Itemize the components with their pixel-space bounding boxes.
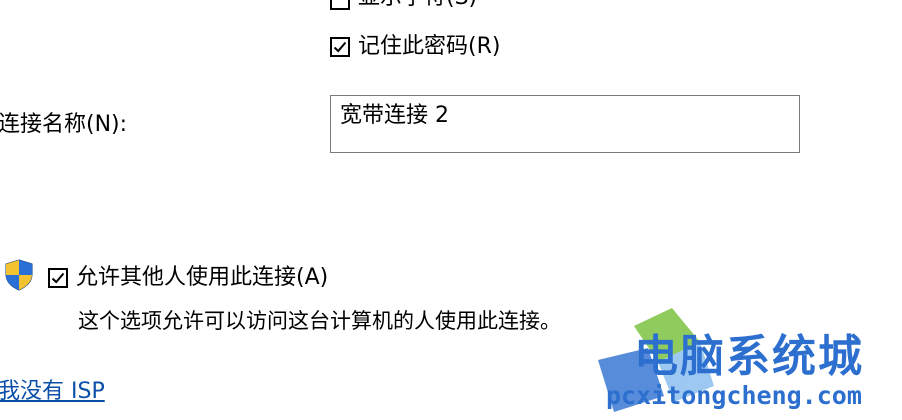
uac-shield-icon	[4, 259, 34, 291]
allow-others-description: 这个选项允许可以访问这台计算机的人使用此连接。	[78, 309, 561, 333]
watermark-title: 电脑系统城	[634, 331, 864, 382]
allow-others-row[interactable]: 允许其他人使用此连接(A)	[48, 264, 368, 292]
remember-password-checkbox[interactable]	[330, 37, 350, 57]
remember-password-label: 记住此密码(R)	[358, 34, 501, 59]
show-characters-label: 显示字符(S)	[358, 0, 477, 12]
no-isp-link[interactable]: 我没有 ISP	[0, 378, 105, 406]
watermark: 电脑系统城 pcxitongcheng.com	[588, 300, 902, 420]
connection-name-value: 宽带连接 2	[340, 103, 449, 128]
connection-name-input[interactable]: 宽带连接 2	[330, 95, 800, 153]
remember-password-row[interactable]: 记住此密码(R)	[330, 33, 550, 61]
watermark-subtitle: pcxitongcheng.com	[606, 381, 862, 410]
checkmark-icon	[333, 41, 347, 53]
allow-others-label: 允许其他人使用此连接(A)	[76, 265, 329, 290]
show-characters-checkbox[interactable]	[330, 0, 350, 10]
allow-others-checkbox[interactable]	[48, 268, 68, 288]
connection-name-label: 连接名称(N):	[0, 112, 128, 137]
checkmark-icon	[51, 272, 65, 284]
